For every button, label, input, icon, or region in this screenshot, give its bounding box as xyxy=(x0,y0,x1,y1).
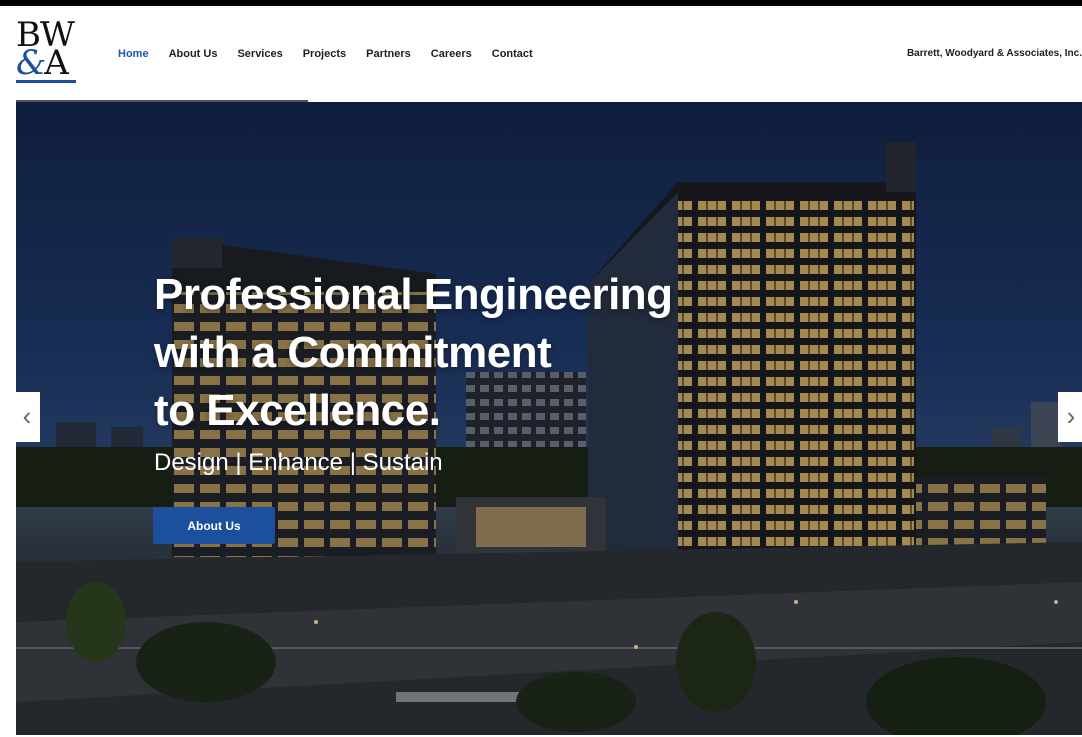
headline-line-2: with a Commitment xyxy=(154,328,552,377)
bwa-logo[interactable]: BW &A xyxy=(14,18,78,84)
site-header: BW &A Home About Us Services Projects Pa… xyxy=(0,6,1082,102)
nav-services[interactable]: Services xyxy=(237,44,282,64)
chevron-left-icon: ‹ xyxy=(22,401,32,431)
about-us-button[interactable]: About Us xyxy=(153,507,275,544)
chevron-right-icon: › xyxy=(1066,401,1076,431)
headline-line-3: to Excellence. xyxy=(154,386,441,435)
nav-careers[interactable]: Careers xyxy=(431,44,472,64)
nav-home[interactable]: Home xyxy=(118,44,149,64)
nav-projects[interactable]: Projects xyxy=(303,44,346,64)
hero-tagline: Design | Enhance | Sustain xyxy=(154,449,443,476)
nav-about-us[interactable]: About Us xyxy=(169,44,218,64)
logo-letter-a: A xyxy=(44,43,69,83)
headline-line-1: Professional Engineering xyxy=(154,270,673,319)
logo-underline xyxy=(16,80,76,83)
logo-line-amp-a: &A xyxy=(16,43,69,83)
hero-headline: Professional Engineering with a Commitme… xyxy=(154,266,794,440)
page-frame: BW &A Home About Us Services Projects Pa… xyxy=(0,6,1082,737)
slider-next-arrow[interactable]: › xyxy=(1058,392,1082,442)
hero-slider: Professional Engineering with a Commitme… xyxy=(16,102,1082,735)
logo-ampersand: & xyxy=(16,43,46,83)
nav-contact[interactable]: Contact xyxy=(492,44,533,64)
company-name: Barrett, Woodyard & Associates, Inc. xyxy=(906,48,1082,59)
main-nav: Home About Us Services Projects Partners… xyxy=(118,44,533,64)
slider-prev-arrow[interactable]: ‹ xyxy=(16,392,40,442)
nav-partners[interactable]: Partners xyxy=(366,44,411,64)
